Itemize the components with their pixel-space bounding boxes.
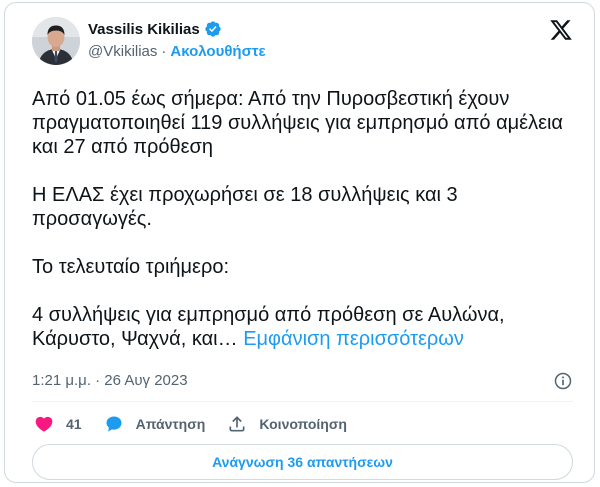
info-icon[interactable] <box>553 371 573 391</box>
tweet-meta: 1:21 μ.μ. · 26 Αυγ 2023 <box>32 372 188 389</box>
avatar[interactable] <box>32 17 80 65</box>
show-more-link[interactable]: Εμφάνιση περισσότερων <box>243 328 464 350</box>
reply-label: Απάντηση <box>135 416 206 432</box>
tweet-card: Vassilis Kikilias @Vkikilias · Ακολουθήσ… <box>4 2 595 483</box>
follow-button[interactable]: Ακολουθήστε <box>170 43 265 60</box>
tweet-paragraph-truncated: 4 συλλήψεις για εμπρησμό από πρόθεση σε … <box>32 303 572 351</box>
read-replies-button[interactable]: Ανάγνωση 36 απαντήσεων <box>32 444 573 480</box>
tweet-timestamp[interactable]: 1:21 μ.μ. · 26 Αυγ 2023 <box>32 372 188 389</box>
action-bar: 41 Απάντηση Κοινοποίηση <box>34 413 347 435</box>
tweet-paragraph: Το τελευταίο τριήμερο: <box>32 256 230 278</box>
author-handle[interactable]: @Vkikilias <box>88 43 157 60</box>
author-display-name[interactable]: Vassilis Kikilias <box>88 21 200 38</box>
like-button[interactable]: 41 <box>34 414 82 434</box>
author-handle-row: @Vkikilias · Ακολουθήστε <box>88 43 266 60</box>
separator-dot: · <box>161 43 167 60</box>
heart-icon <box>35 416 53 432</box>
tweet-paragraph: Από 01.05 έως σήμερα: Από την Πυροσβεστι… <box>32 88 563 158</box>
tweet-paragraph: Η ΕΛΑΣ έχει προχωρήσει σε 18 συλλήψεις κ… <box>32 184 458 230</box>
speech-bubble-icon <box>106 416 122 432</box>
share-upload-icon <box>229 416 245 432</box>
avatar-photo <box>32 17 80 65</box>
tweet-text: Από 01.05 έως σήμερα: Από την Πυροσβεστι… <box>32 87 572 351</box>
verified-badge-icon <box>205 21 221 37</box>
share-button[interactable]: Κοινοποίηση <box>227 414 347 434</box>
like-count: 41 <box>66 416 82 432</box>
reply-button[interactable]: Απάντηση <box>104 414 206 434</box>
author-name-row[interactable]: Vassilis Kikilias <box>88 20 222 38</box>
x-logo-icon[interactable] <box>549 18 573 42</box>
read-replies-label: Ανάγνωση 36 απαντήσεων <box>212 454 393 470</box>
share-label: Κοινοποίηση <box>259 416 347 432</box>
divider <box>32 401 573 402</box>
